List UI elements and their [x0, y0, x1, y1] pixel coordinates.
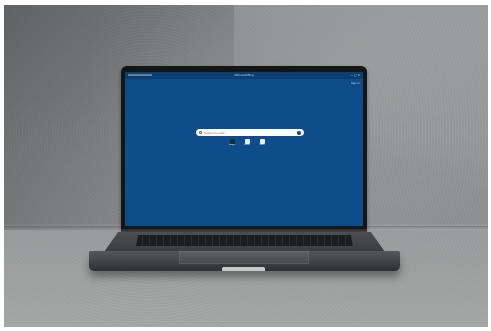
laptop-screen: Microsoft Bing — ◻ ✕ Sign in Images Vide… [125, 72, 363, 226]
browser-titlebar: Microsoft Bing — ◻ ✕ [125, 72, 363, 79]
keyboard [136, 235, 353, 246]
shortcut-news[interactable]: News [258, 139, 266, 147]
shortcut-label: News [259, 144, 265, 146]
trackpad [179, 251, 309, 264]
shortcut-videos[interactable]: Videos [243, 139, 251, 147]
laptop-lid: Microsoft Bing — ◻ ✕ Sign in Images Vide… [121, 66, 367, 230]
shortcut-label: Videos [243, 144, 251, 146]
lid-notch [222, 267, 265, 271]
window-controls[interactable]: — ◻ ✕ [350, 73, 360, 78]
search-input[interactable] [204, 130, 294, 135]
search-submit-icon[interactable] [297, 130, 301, 135]
app-title: Microsoft Bing [234, 73, 254, 77]
search-box[interactable] [196, 129, 304, 136]
news-icon [259, 139, 265, 144]
shortcut-images[interactable]: Images [228, 139, 236, 147]
shortcut-label: Images [228, 144, 236, 146]
search-icon [199, 131, 202, 134]
image-icon [229, 139, 235, 144]
shortcut-row: Images Videos News [228, 139, 266, 147]
signin-link[interactable]: Sign in [351, 81, 360, 85]
video-icon [244, 139, 250, 144]
